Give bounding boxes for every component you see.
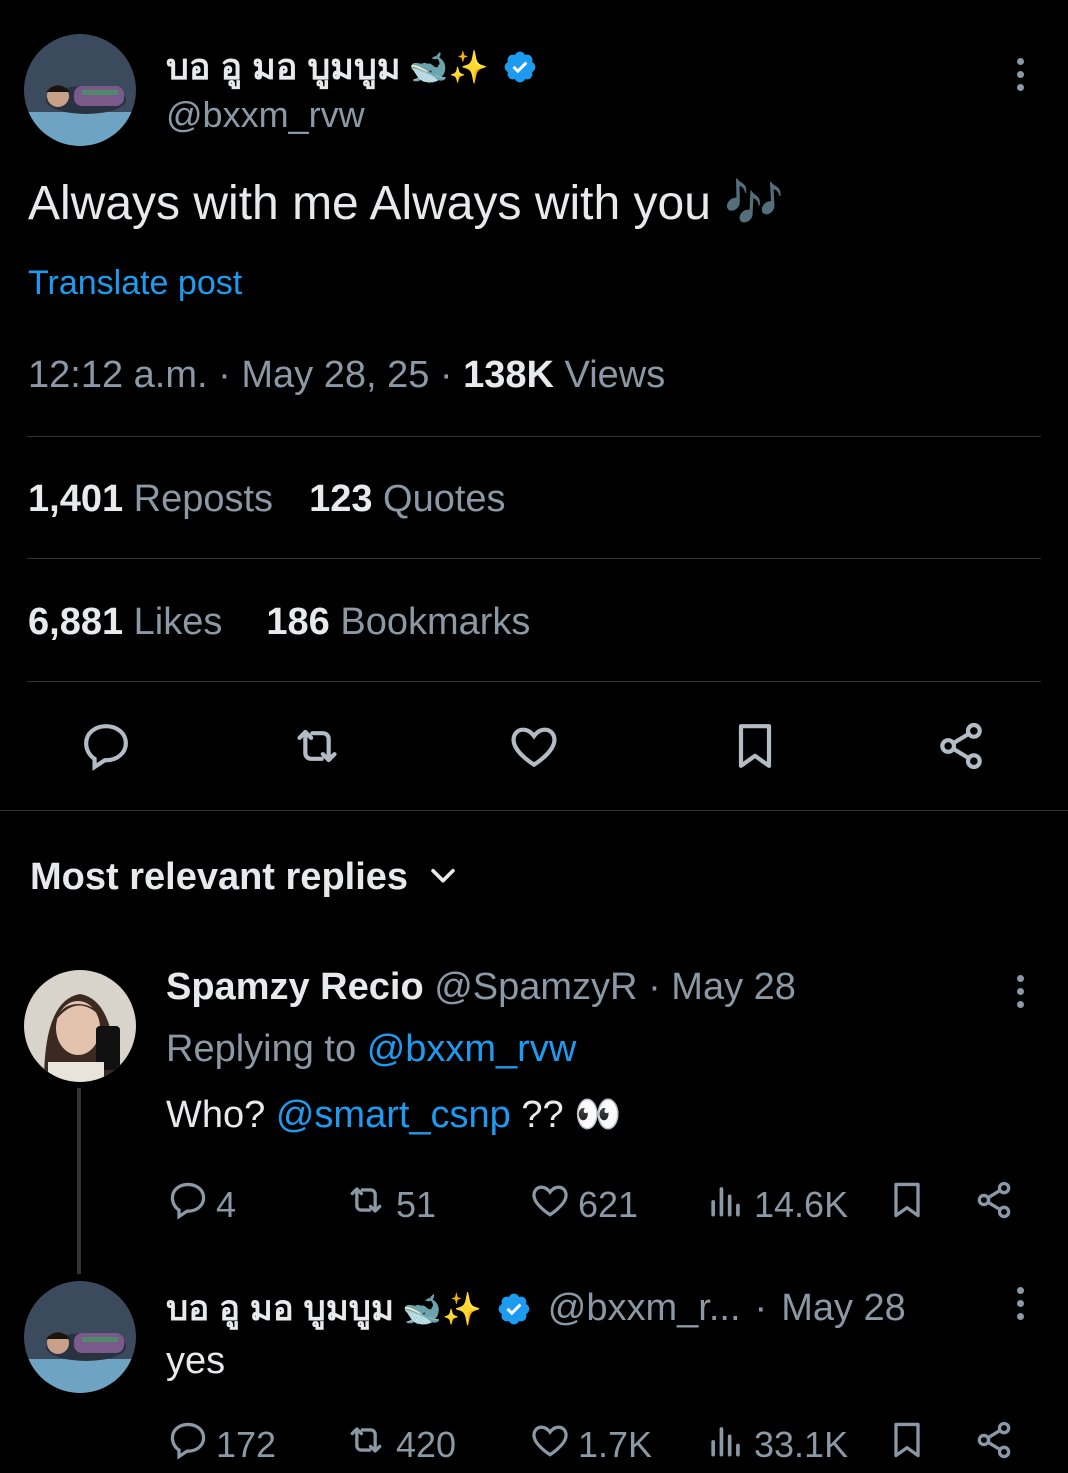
share-icon[interactable]: [933, 718, 989, 779]
reply-icon: [166, 1178, 210, 1231]
verified-badge-icon: [502, 49, 538, 85]
thread-line: [77, 1088, 81, 1274]
reposts-stat[interactable]: 1,401 Reposts: [28, 478, 273, 521]
reply-count: 172: [216, 1423, 277, 1465]
views-label: Views: [564, 354, 666, 396]
post-text-emoji: 🎶: [724, 177, 785, 230]
repost-count: 51: [396, 1183, 437, 1225]
repost-action[interactable]: 51: [342, 1178, 436, 1231]
divider: [27, 436, 1041, 437]
post-time[interactable]: 12:12 a.m.: [28, 354, 208, 396]
author-emoji: 🐋✨: [402, 1290, 482, 1327]
post-text: Always with me Always with you: [28, 177, 711, 230]
reply-icon: [166, 1418, 210, 1471]
bookmark-icon[interactable]: [885, 1178, 929, 1227]
eyes-emoji: 👀: [574, 1094, 622, 1136]
more-icon[interactable]: [1016, 975, 1024, 1008]
views-icon: [704, 1418, 748, 1471]
reply-avatar[interactable]: [24, 970, 136, 1082]
meta-separator: ·: [218, 354, 242, 396]
reply-header: Spamzy Recio @SpamzyR · May 28: [166, 966, 796, 1009]
like-icon: [528, 1418, 572, 1471]
reply-author-name[interactable]: Spamzy Recio: [166, 966, 424, 1008]
views-count: 138K: [463, 354, 554, 396]
repost-action[interactable]: 420: [342, 1418, 456, 1471]
reply-date[interactable]: May 28: [671, 966, 796, 1008]
reply-text: yes: [166, 1340, 226, 1382]
reply-author-handle[interactable]: @SpamzyR: [434, 966, 637, 1008]
mention-link[interactable]: @smart_csnp: [276, 1094, 511, 1136]
translate-post-link[interactable]: Translate post: [28, 264, 242, 303]
bookmarks-stat[interactable]: 186 Bookmarks: [266, 601, 530, 644]
replying-to: Replying to @bxxm_rvw: [166, 1028, 577, 1070]
quotes-stat[interactable]: 123 Quotes: [309, 478, 506, 521]
reply-icon[interactable]: [78, 718, 134, 779]
section-divider: [0, 810, 1068, 811]
repost-count: 420: [396, 1423, 457, 1465]
meta-separator: ·: [439, 354, 464, 396]
divider: [27, 558, 1041, 559]
reply-action[interactable]: 4: [166, 1178, 236, 1231]
verified-badge-icon: [496, 1291, 532, 1327]
post-meta: 12:12 a.m. · May 28, 25 · 138K Views: [28, 354, 665, 397]
meta-separator: ·: [648, 966, 672, 1008]
views-count: 14.6K: [754, 1183, 849, 1225]
meta-separator: ·: [754, 1287, 768, 1329]
chevron-down-icon: [426, 858, 460, 897]
like-count: 621: [578, 1183, 639, 1225]
bookmark-icon[interactable]: [885, 1418, 929, 1467]
divider: [27, 681, 1041, 682]
engagement-row-2: 6,881 Likes 186 Bookmarks: [28, 601, 530, 644]
like-icon: [528, 1178, 572, 1231]
like-icon[interactable]: [506, 718, 562, 779]
reply-action[interactable]: 172: [166, 1418, 276, 1471]
views-action[interactable]: 33.1K: [704, 1418, 848, 1471]
share-icon[interactable]: [972, 1418, 1016, 1467]
reply-count: 4: [216, 1183, 237, 1225]
more-icon[interactable]: [1016, 58, 1024, 91]
bookmark-icon[interactable]: [727, 718, 783, 779]
reply-author-name[interactable]: บอ อู มอ บูมบูม: [166, 1281, 394, 1336]
repost-icon: [342, 1418, 390, 1471]
reply-header: บอ อู มอ บูมบูม 🐋✨ @bxxm_r... · May 28: [166, 1281, 906, 1336]
repost-icon[interactable]: [288, 718, 346, 779]
reply-avatar[interactable]: [24, 1281, 136, 1393]
author-handle[interactable]: @bxxm_rvw: [166, 94, 365, 136]
views-action[interactable]: 14.6K: [704, 1178, 848, 1231]
author-emoji: 🐋✨: [408, 48, 489, 85]
author-avatar[interactable]: [24, 34, 136, 146]
like-action[interactable]: 621: [528, 1178, 638, 1231]
post-text-row: Always with me Always with you 🎶: [28, 174, 784, 231]
replying-to-handle[interactable]: @bxxm_rvw: [367, 1028, 577, 1070]
post-date[interactable]: May 28, 25: [241, 354, 429, 396]
replies-sort-label: Most relevant replies: [30, 856, 409, 898]
views-count: 33.1K: [754, 1423, 849, 1465]
replies-sort-dropdown[interactable]: Most relevant replies: [30, 856, 460, 899]
engagement-row-1: 1,401 Reposts 123 Quotes: [28, 478, 506, 521]
reply-text: Who? @smart_csnp ?? 👀: [166, 1094, 622, 1136]
more-icon[interactable]: [1016, 1287, 1024, 1320]
repost-icon: [342, 1178, 390, 1231]
reply-date[interactable]: May 28: [781, 1287, 906, 1330]
views-icon: [704, 1178, 748, 1231]
reply-author-handle[interactable]: @bxxm_r...: [548, 1287, 741, 1330]
like-count: 1.7K: [578, 1423, 653, 1465]
share-icon[interactable]: [972, 1178, 1016, 1227]
like-action[interactable]: 1.7K: [528, 1418, 652, 1471]
likes-stat[interactable]: 6,881 Likes: [28, 601, 222, 644]
author-name[interactable]: บอ อู มอ บูมบูม: [166, 38, 401, 95]
